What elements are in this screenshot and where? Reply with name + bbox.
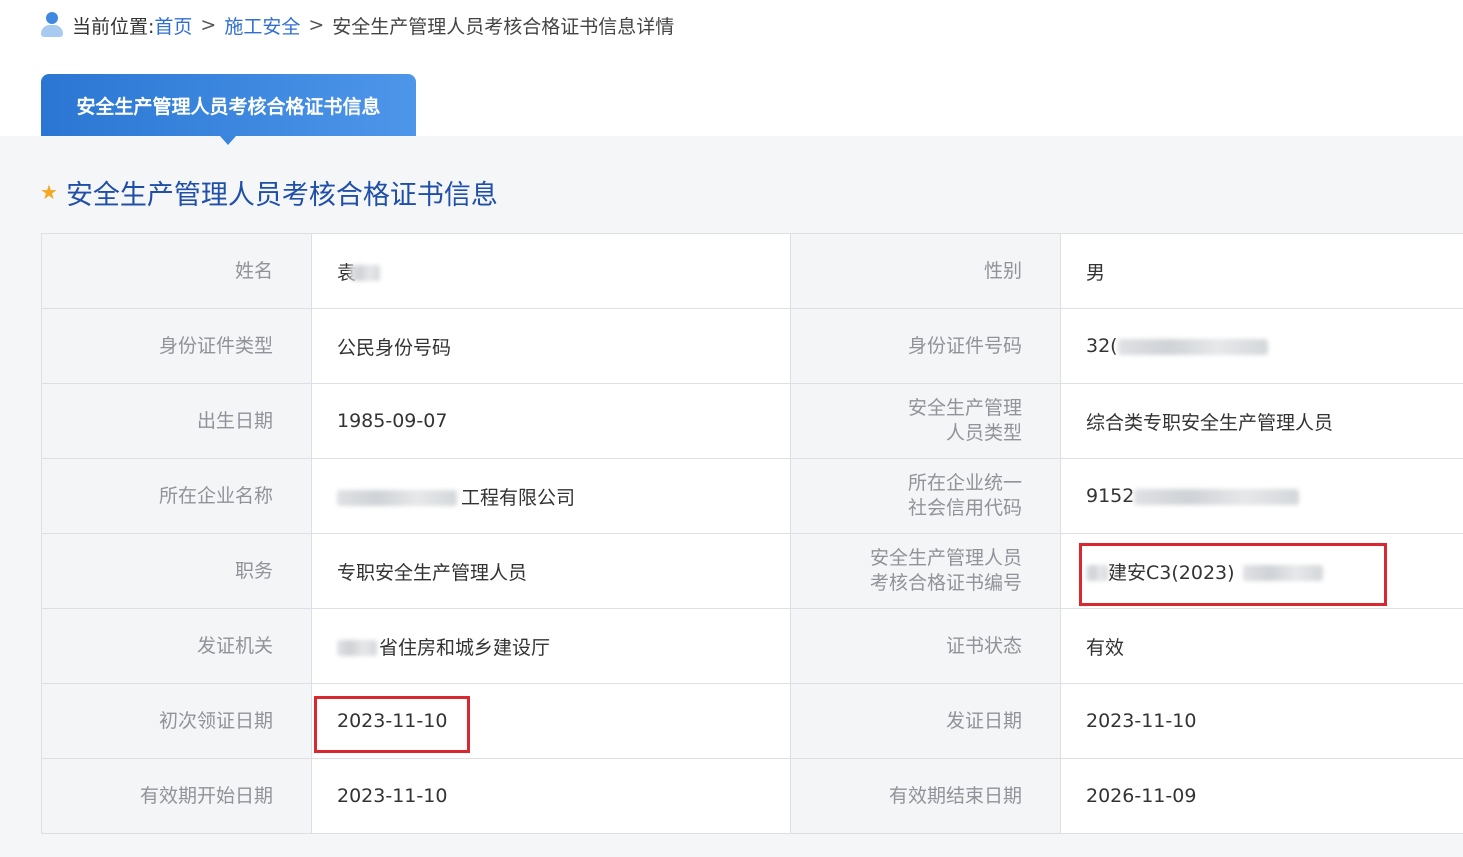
table-row: 初次领证日期 2023-11-10 发证日期 2023-11-10	[41, 683, 1463, 759]
table-row: 出生日期 1985-09-07 安全生产管理 人员类型 综合类专职安全生产管理人员	[41, 383, 1463, 459]
field-label-cert-status: 证书状态	[790, 608, 1061, 684]
table-row: 有效期开始日期 2023-11-10 有效期结束日期 2026-11-09	[41, 758, 1463, 834]
field-label-issue-date: 发证日期	[790, 683, 1061, 759]
table-row: 姓名 袁 性别 男	[41, 233, 1463, 309]
field-value-id-type: 公民身份号码	[311, 308, 791, 384]
field-value-company-name: 工程有限公司	[311, 458, 791, 534]
field-label-gender: 性别	[790, 233, 1061, 309]
field-label-birth-date: 出生日期	[41, 383, 312, 459]
breadcrumb-separator: >	[200, 14, 217, 36]
section-title: 安全生产管理人员考核合格证书信息	[65, 179, 498, 211]
breadcrumb-category-link[interactable]: 施工安全	[224, 12, 300, 39]
redacted-blur	[337, 640, 377, 656]
field-value-credit-code: 9152	[1060, 458, 1463, 534]
breadcrumb-separator: >	[308, 14, 325, 36]
field-value-issue-date: 2023-11-10	[1060, 683, 1463, 759]
star-icon: ★	[40, 180, 58, 204]
field-value-position: 专职安全生产管理人员	[311, 533, 791, 609]
field-label-cert-number: 安全生产管理人员 考核合格证书编号	[790, 533, 1061, 609]
field-value-name: 袁	[311, 233, 791, 309]
table-row: 所在企业名称 工程有限公司 所在企业统一 社会信用代码 9152	[41, 458, 1463, 534]
breadcrumb-prefix: 当前位置:	[72, 15, 155, 38]
redacted-blur	[337, 490, 457, 506]
field-label-credit-code: 所在企业统一 社会信用代码	[790, 458, 1061, 534]
field-value-id-number: 32(	[1060, 308, 1463, 384]
field-label-personnel-type: 安全生产管理 人员类型	[790, 383, 1061, 459]
breadcrumb-current: 安全生产管理人员考核合格证书信息详情	[332, 15, 675, 38]
field-label-id-number: 身份证件号码	[790, 308, 1061, 384]
field-value-valid-end: 2026-11-09	[1060, 758, 1463, 834]
redacted-blur	[1134, 488, 1300, 505]
redacted-blur	[1086, 565, 1108, 581]
tab-active-caret	[220, 136, 236, 145]
field-label-name: 姓名	[41, 233, 312, 309]
breadcrumb: 当前位置: 首页 > 施工安全 > 安全生产管理人员考核合格证书信息详情	[40, 10, 674, 40]
field-label-first-issue-date: 初次领证日期	[41, 683, 312, 759]
breadcrumb-home-link[interactable]: 首页	[154, 12, 192, 39]
table-row: 发证机关 省住房和城乡建设厅 证书状态 有效	[41, 608, 1463, 684]
field-value-personnel-type: 综合类专职安全生产管理人员	[1060, 383, 1463, 459]
table-row: 职务 专职安全生产管理人员 安全生产管理人员 考核合格证书编号 建安C3(2023…	[41, 533, 1463, 609]
field-label-issuing-authority: 发证机关	[41, 608, 312, 684]
field-value-cert-status: 有效	[1060, 608, 1463, 684]
field-value-birth-date: 1985-09-07	[311, 383, 791, 459]
redacted-blur	[350, 265, 381, 281]
location-person-icon	[40, 11, 64, 39]
field-value-first-issue-date: 2023-11-10	[311, 683, 791, 759]
field-value-issuing-authority: 省住房和城乡建设厅	[311, 608, 791, 684]
field-label-valid-end: 有效期结束日期	[790, 758, 1061, 834]
table-row: 身份证件类型 公民身份号码 身份证件号码 32(	[41, 308, 1463, 384]
field-label-company-name: 所在企业名称	[41, 458, 312, 534]
tab-certificate-info[interactable]: 安全生产管理人员考核合格证书信息	[41, 74, 416, 136]
field-value-gender: 男	[1060, 233, 1463, 309]
section-header: ★ 安全生产管理人员考核合格证书信息	[40, 170, 498, 214]
field-label-position: 职务	[41, 533, 312, 609]
field-label-id-type: 身份证件类型	[41, 308, 312, 384]
field-value-cert-number: 建安C3(2023)	[1060, 533, 1463, 609]
field-label-valid-start: 有效期开始日期	[41, 758, 312, 834]
certificate-info-table: 姓名 袁 性别 男 身份证件类型 公民身份号码 身份证件号码 32( 出生日期 …	[41, 233, 1463, 834]
redacted-blur	[1242, 565, 1323, 581]
field-value-valid-start: 2023-11-10	[311, 758, 791, 834]
redacted-blur	[1117, 338, 1268, 355]
